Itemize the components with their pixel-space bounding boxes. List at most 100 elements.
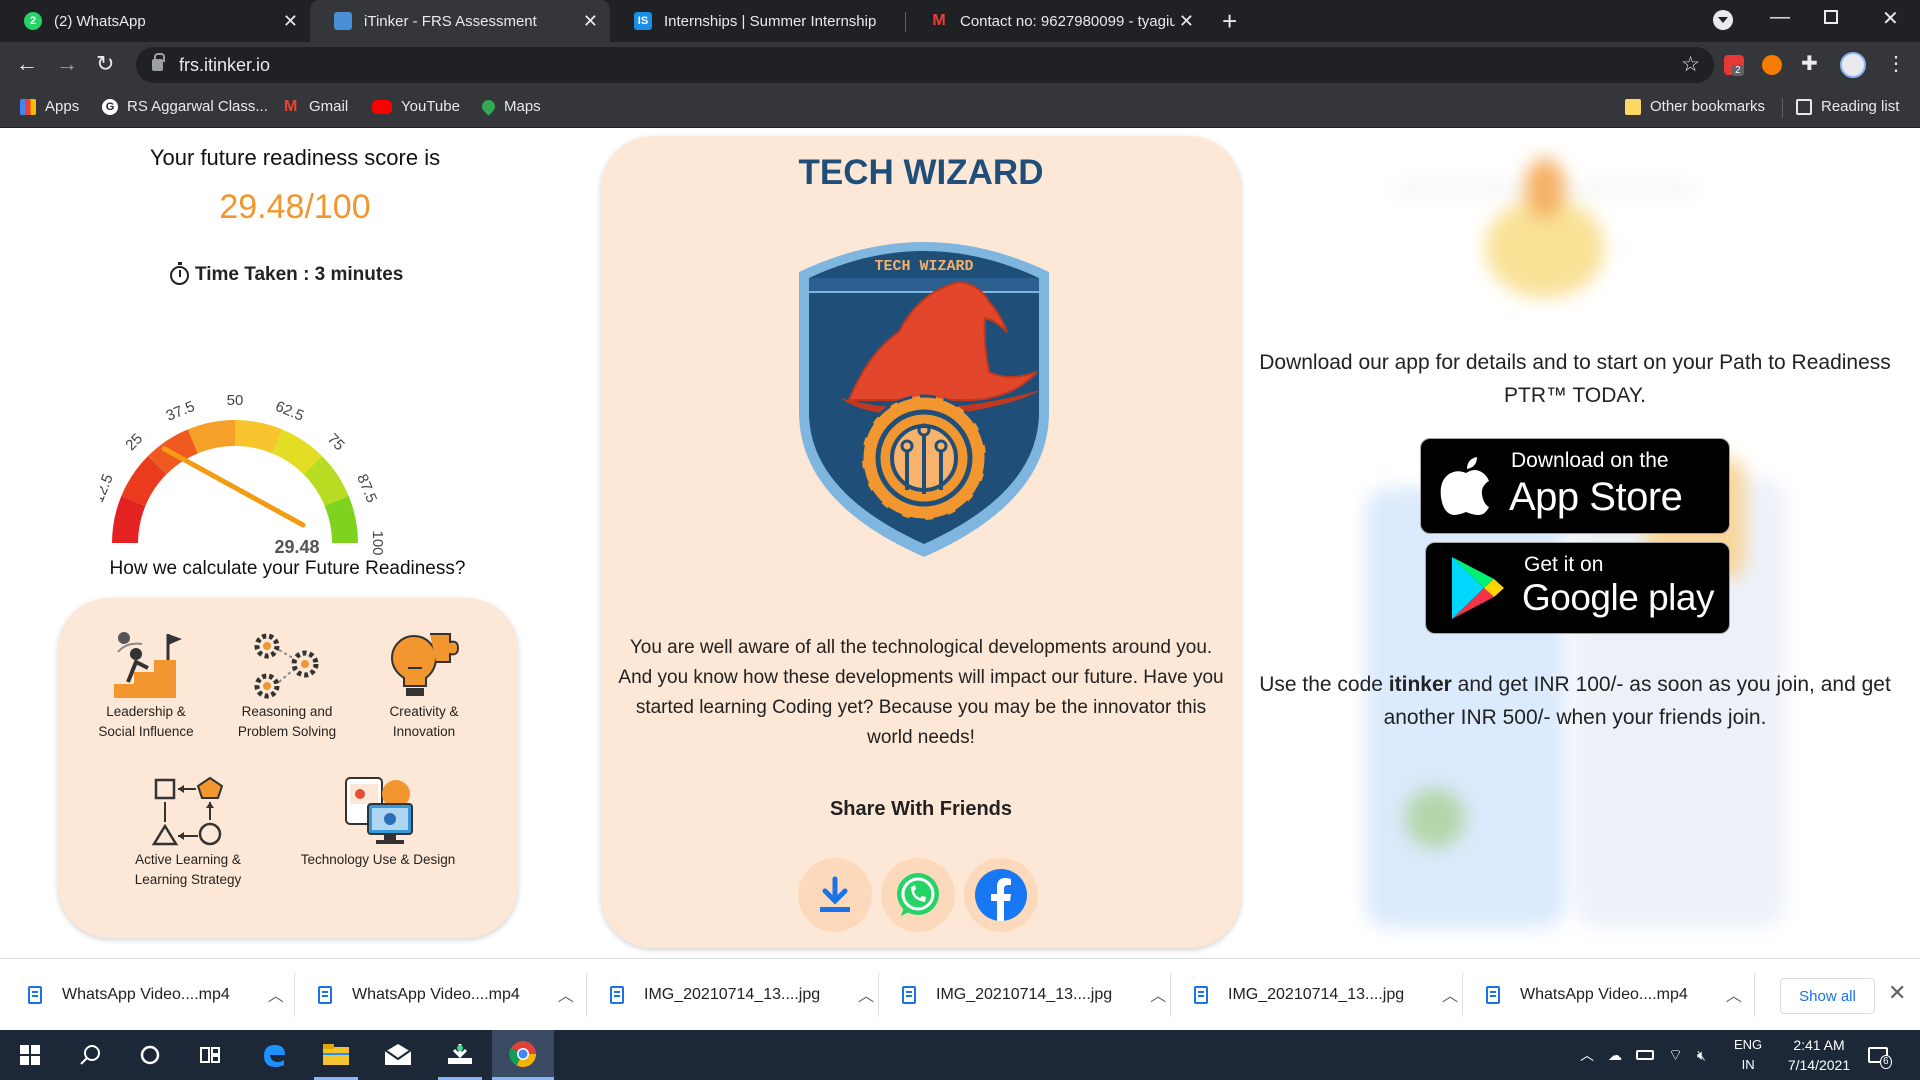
gauge-segment <box>187 420 236 454</box>
skills-card: Leadership & Social Influence Reasoning … <box>58 598 518 938</box>
app-download-panel: Download our app for details and to star… <box>1255 128 1920 958</box>
bookmarks-bar: Apps G RS Aggarwal Class... M Gmail YouT… <box>0 88 1920 128</box>
chevron-up-icon[interactable]: ︿ <box>1442 982 1458 1006</box>
profile-avatar[interactable] <box>1840 52 1866 78</box>
gauge-tick-label: 25 <box>122 430 146 454</box>
facebook-share-button[interactable] <box>964 858 1038 932</box>
bookmark-maps[interactable]: Maps <box>479 97 541 116</box>
bookmark-label: YouTube <box>401 98 460 115</box>
tab-whatsapp[interactable]: 2 (2) WhatsApp ✕ <box>0 0 310 42</box>
bookmark-rs-aggarwal[interactable]: G RS Aggarwal Class... <box>102 98 268 115</box>
chevron-up-icon[interactable]: ︿ <box>1150 982 1166 1006</box>
notification-count: 6 <box>1880 1055 1892 1069</box>
search-icon[interactable] <box>70 1030 110 1080</box>
file-explorer-icon[interactable] <box>314 1030 358 1080</box>
tab-gmail[interactable]: M Contact no: 9627980099 - tyagiu ✕ <box>906 0 1206 42</box>
lang-code: ENG <box>1734 1037 1763 1052</box>
chevron-up-icon[interactable]: ︿ <box>858 982 874 1006</box>
forward-icon[interactable]: → <box>56 51 78 77</box>
gauge-tick-label: 12.5 <box>100 472 117 505</box>
whatsapp-share-button[interactable] <box>881 858 955 932</box>
battery-icon[interactable] <box>1636 1050 1654 1060</box>
skill-label: Creativity & Innovation <box>389 704 459 739</box>
bookmark-separator <box>1782 98 1783 118</box>
close-tab-icon[interactable]: ✕ <box>583 11 598 32</box>
maximize-icon[interactable] <box>1824 10 1838 24</box>
new-tab-icon[interactable]: + <box>1222 6 1237 37</box>
show-all-button[interactable]: Show all <box>1780 978 1875 1014</box>
wifi-icon[interactable]: ⌔ <box>1668 1045 1683 1065</box>
code-suffix: and get INR 100/- as soon as you join, a… <box>1383 673 1891 729</box>
chrome-taskbar-icon[interactable] <box>492 1030 554 1080</box>
chevron-up-icon[interactable]: ︿ <box>1726 982 1742 1006</box>
close-window-icon[interactable]: ✕ <box>1882 6 1899 31</box>
task-view-icon[interactable] <box>190 1030 230 1080</box>
google-play-button[interactable]: Get it on Google play <box>1425 542 1730 634</box>
chevron-up-icon[interactable]: ︿ <box>558 982 574 1006</box>
chevron-up-icon[interactable]: ︿ <box>1580 1045 1594 1065</box>
tab-itinker[interactable]: iTinker - FRS Assessment ✕ <box>310 0 610 42</box>
calc-title: How we calculate your Future Readiness? <box>109 558 466 579</box>
download-button[interactable] <box>798 858 872 932</box>
score-panel: Your future readiness score is 29.48/100… <box>0 128 580 958</box>
download-icon <box>820 876 850 912</box>
appstore-line1: Download on the <box>1511 449 1669 472</box>
edge-icon[interactable] <box>254 1030 294 1080</box>
facebook-icon <box>975 869 1027 921</box>
address-bar[interactable]: frs.itinker.io ☆ <box>136 47 1714 83</box>
bookmark-label: Gmail <box>309 98 349 115</box>
close-shelf-icon[interactable]: ✕ <box>1888 980 1906 1006</box>
extensions-puzzle-icon[interactable]: ✚ <box>1801 51 1821 75</box>
clock-time: 2:41 AM <box>1793 1037 1845 1053</box>
tab-search-icon[interactable] <box>1713 10 1733 30</box>
cortana-icon[interactable] <box>130 1030 170 1080</box>
bookmark-star-icon[interactable]: ☆ <box>1681 52 1700 77</box>
bookmark-label: RS Aggarwal Class... <box>127 98 268 115</box>
extension-fire-icon[interactable] <box>1762 55 1782 75</box>
download-item[interactable]: IMG_20210714_13....jpg ︿ <box>610 959 874 1031</box>
app-store-button[interactable]: Download on the App Store <box>1420 438 1730 534</box>
minimize-icon[interactable]: — <box>1770 6 1790 29</box>
gears-icon <box>254 633 319 699</box>
bookmark-other[interactable]: Other bookmarks <box>1625 98 1765 115</box>
tab-internshala[interactable]: IS Internships | Summer Internship ✕ <box>610 0 905 42</box>
gauge-segment <box>271 429 322 475</box>
extension-shield-icon[interactable]: 2 <box>1724 55 1744 76</box>
menu-dots-icon[interactable]: ⋮ <box>1886 51 1906 75</box>
chevron-up-icon[interactable]: ︿ <box>268 982 284 1006</box>
download-item[interactable]: WhatsApp Video....mp4 ︿ <box>28 959 284 1031</box>
google-play-icon <box>1452 557 1504 619</box>
file-icon <box>318 986 332 1004</box>
installer-icon[interactable] <box>438 1030 482 1080</box>
clock[interactable]: 2:41 AM 7/14/2021 <box>1778 1030 1860 1080</box>
clock-date: 7/14/2021 <box>1787 1057 1851 1073</box>
close-tab-icon[interactable]: ✕ <box>1179 11 1194 32</box>
download-item[interactable]: IMG_20210714_13....jpg ︿ <box>902 959 1166 1031</box>
notification-center-icon[interactable]: 6 <box>1868 1030 1892 1080</box>
bookmark-gmail[interactable]: M Gmail <box>284 98 348 115</box>
bookmark-apps[interactable]: Apps <box>20 98 79 115</box>
stopwatch-icon <box>170 261 189 285</box>
download-item[interactable]: WhatsApp Video....mp4 ︿ <box>1486 959 1742 1031</box>
skill-technology: Technology Use & Design <box>298 776 458 870</box>
bookmark-youtube[interactable]: YouTube <box>372 98 460 115</box>
bookmark-label: Reading list <box>1821 98 1900 115</box>
back-icon[interactable]: ← <box>16 51 38 77</box>
tab-title: (2) WhatsApp <box>54 12 146 30</box>
download-filename: IMG_20210714_13....jpg <box>1228 986 1405 1003</box>
persona-card: TECH WIZARD TECH WIZARD You are well awa… <box>601 136 1241 948</box>
onedrive-icon[interactable]: ☁ <box>1608 1047 1622 1064</box>
language-indicator[interactable]: ENG IN <box>1734 1030 1762 1080</box>
volume-muted-icon[interactable]: 🔇︎ <box>1697 1047 1706 1064</box>
download-item[interactable]: WhatsApp Video....mp4 ︿ <box>318 959 574 1031</box>
mail-icon[interactable] <box>376 1030 420 1080</box>
gauge-tick-label: 75 <box>324 430 348 454</box>
download-filename: WhatsApp Video....mp4 <box>62 986 230 1003</box>
windows-start-icon[interactable] <box>10 1030 50 1080</box>
close-tab-icon[interactable]: ✕ <box>283 11 298 32</box>
browser-tab-bar: 2 (2) WhatsApp ✕ iTinker - FRS Assessmen… <box>0 0 1920 42</box>
reload-icon[interactable]: ↻ <box>96 51 114 77</box>
reading-list[interactable]: Reading list <box>1796 98 1899 115</box>
file-icon <box>1486 986 1500 1004</box>
download-item[interactable]: IMG_20210714_13....jpg ︿ <box>1194 959 1458 1031</box>
